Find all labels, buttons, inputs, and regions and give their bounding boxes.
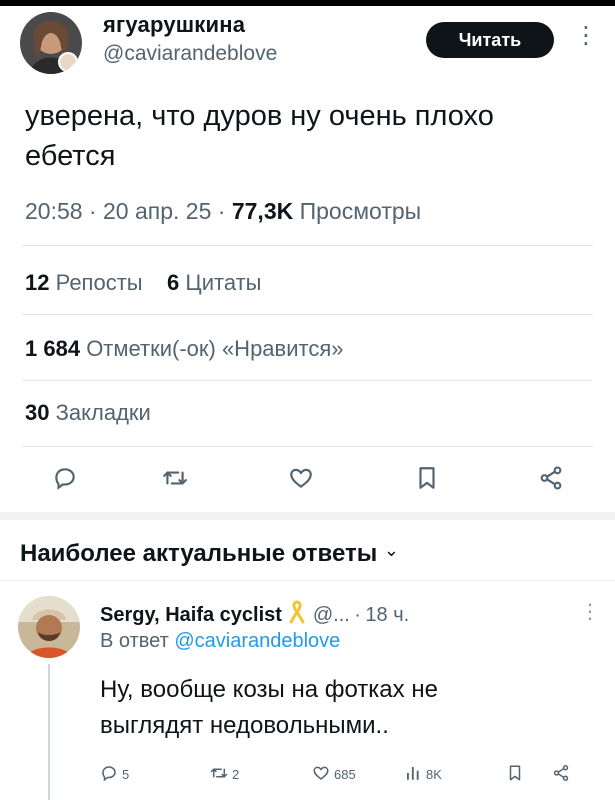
views-count: 77,3K bbox=[231, 198, 294, 224]
reply-reposts-count: 2 bbox=[232, 767, 240, 782]
bookmarks-link[interactable]: 30 Закладки bbox=[25, 400, 151, 426]
meta-separator: · bbox=[354, 604, 361, 626]
top-frame-bar bbox=[0, 0, 615, 6]
reply-bookmark-button[interactable] bbox=[506, 764, 524, 785]
reply-header: Sergy, Haifa cyclist @... · 18 ч. bbox=[100, 600, 409, 629]
divider bbox=[22, 380, 593, 381]
quotes-link[interactable]: 6 Цитаты bbox=[167, 270, 261, 295]
meta-separator: · bbox=[88, 198, 97, 224]
repost-quote-stats: 12 Репосты 6 Цитаты bbox=[25, 270, 261, 296]
reply-to-handle-link[interactable]: @caviarandeblove bbox=[174, 630, 340, 652]
reply-views-count: 8K bbox=[426, 767, 442, 782]
reply-icon[interactable] bbox=[52, 465, 78, 491]
author-avatar[interactable] bbox=[20, 12, 82, 74]
tweet-text: уверена, что дуров ну очень плохо ебется bbox=[25, 100, 494, 172]
chevron-down-icon: ⌄ bbox=[383, 540, 400, 560]
likes-link[interactable]: 1 684 Отметки(-ок) «Нравится» bbox=[25, 336, 344, 362]
tweet-date[interactable]: 20 апр. 25 bbox=[103, 198, 211, 224]
reply-text: Ну, вообще козы на фотках не выглядят не… bbox=[100, 676, 438, 739]
reply-likes-count: 685 bbox=[334, 767, 356, 782]
views-icon bbox=[404, 764, 422, 785]
reply-replies-count: 5 bbox=[122, 767, 130, 782]
follow-button[interactable]: Читать bbox=[426, 22, 554, 58]
bookmarks-count: 30 bbox=[25, 400, 50, 425]
repost-icon[interactable] bbox=[162, 465, 188, 491]
thread-line bbox=[48, 664, 50, 800]
reposts-count: 12 bbox=[25, 270, 50, 295]
replies-sort-header[interactable]: Наиболее актуальные ответы ⌄ bbox=[20, 540, 399, 568]
like-icon bbox=[312, 764, 330, 785]
ribbon-icon bbox=[286, 600, 308, 629]
like-icon[interactable] bbox=[288, 465, 314, 491]
quotes-label: Цитаты bbox=[185, 270, 262, 295]
meta-separator: · bbox=[217, 198, 226, 224]
likes-label: Отметки(-ок) «Нравится» bbox=[86, 336, 344, 361]
reply-time[interactable]: 18 ч. bbox=[365, 604, 409, 626]
reply-like-button[interactable]: 685 bbox=[312, 764, 356, 785]
reply-more-options-icon[interactable]: ⋮ bbox=[580, 600, 600, 624]
bookmark-icon[interactable] bbox=[414, 465, 440, 491]
reply-author-name[interactable]: Sergy, Haifa cyclist bbox=[100, 604, 282, 626]
divider bbox=[22, 446, 593, 447]
replies-sort-label: Наиболее актуальные ответы bbox=[20, 540, 378, 567]
reply-views-button[interactable]: 8K bbox=[404, 764, 442, 785]
bookmarks-label: Закладки bbox=[55, 400, 151, 425]
likes-count: 1 684 bbox=[25, 336, 81, 361]
divider bbox=[22, 245, 593, 246]
share-icon[interactable] bbox=[538, 465, 564, 491]
repost-icon bbox=[210, 764, 228, 785]
tweet-time[interactable]: 20:58 bbox=[25, 198, 83, 224]
more-options-icon[interactable]: ⋮ bbox=[574, 24, 598, 48]
reply-to-line: В ответ @caviarandeblove bbox=[100, 630, 340, 653]
reply-to-prefix: В ответ bbox=[100, 630, 169, 652]
reply-avatar[interactable] bbox=[18, 596, 80, 658]
reposts-label: Репосты bbox=[55, 270, 143, 295]
author-name[interactable]: ягуарушкина bbox=[103, 12, 245, 38]
bookmark-icon bbox=[506, 764, 524, 785]
tweet-meta: 20:58 · 20 апр. 25 · 77,3K Просмотры bbox=[25, 198, 421, 225]
reply-repost-button[interactable]: 2 bbox=[210, 764, 239, 785]
reply-reply-button[interactable]: 5 bbox=[100, 764, 129, 785]
quotes-count: 6 bbox=[167, 270, 180, 295]
reply-icon bbox=[100, 764, 118, 785]
share-icon bbox=[552, 764, 570, 785]
author-handle[interactable]: @caviarandeblove bbox=[103, 42, 277, 66]
divider bbox=[22, 314, 593, 315]
reply-author-handle[interactable]: @... bbox=[313, 604, 350, 626]
reply-share-button[interactable] bbox=[552, 764, 570, 785]
divider bbox=[0, 580, 615, 581]
section-gap bbox=[0, 512, 615, 520]
reposts-link[interactable]: 12 Репосты bbox=[25, 270, 143, 295]
views-label: Просмотры bbox=[299, 198, 422, 224]
